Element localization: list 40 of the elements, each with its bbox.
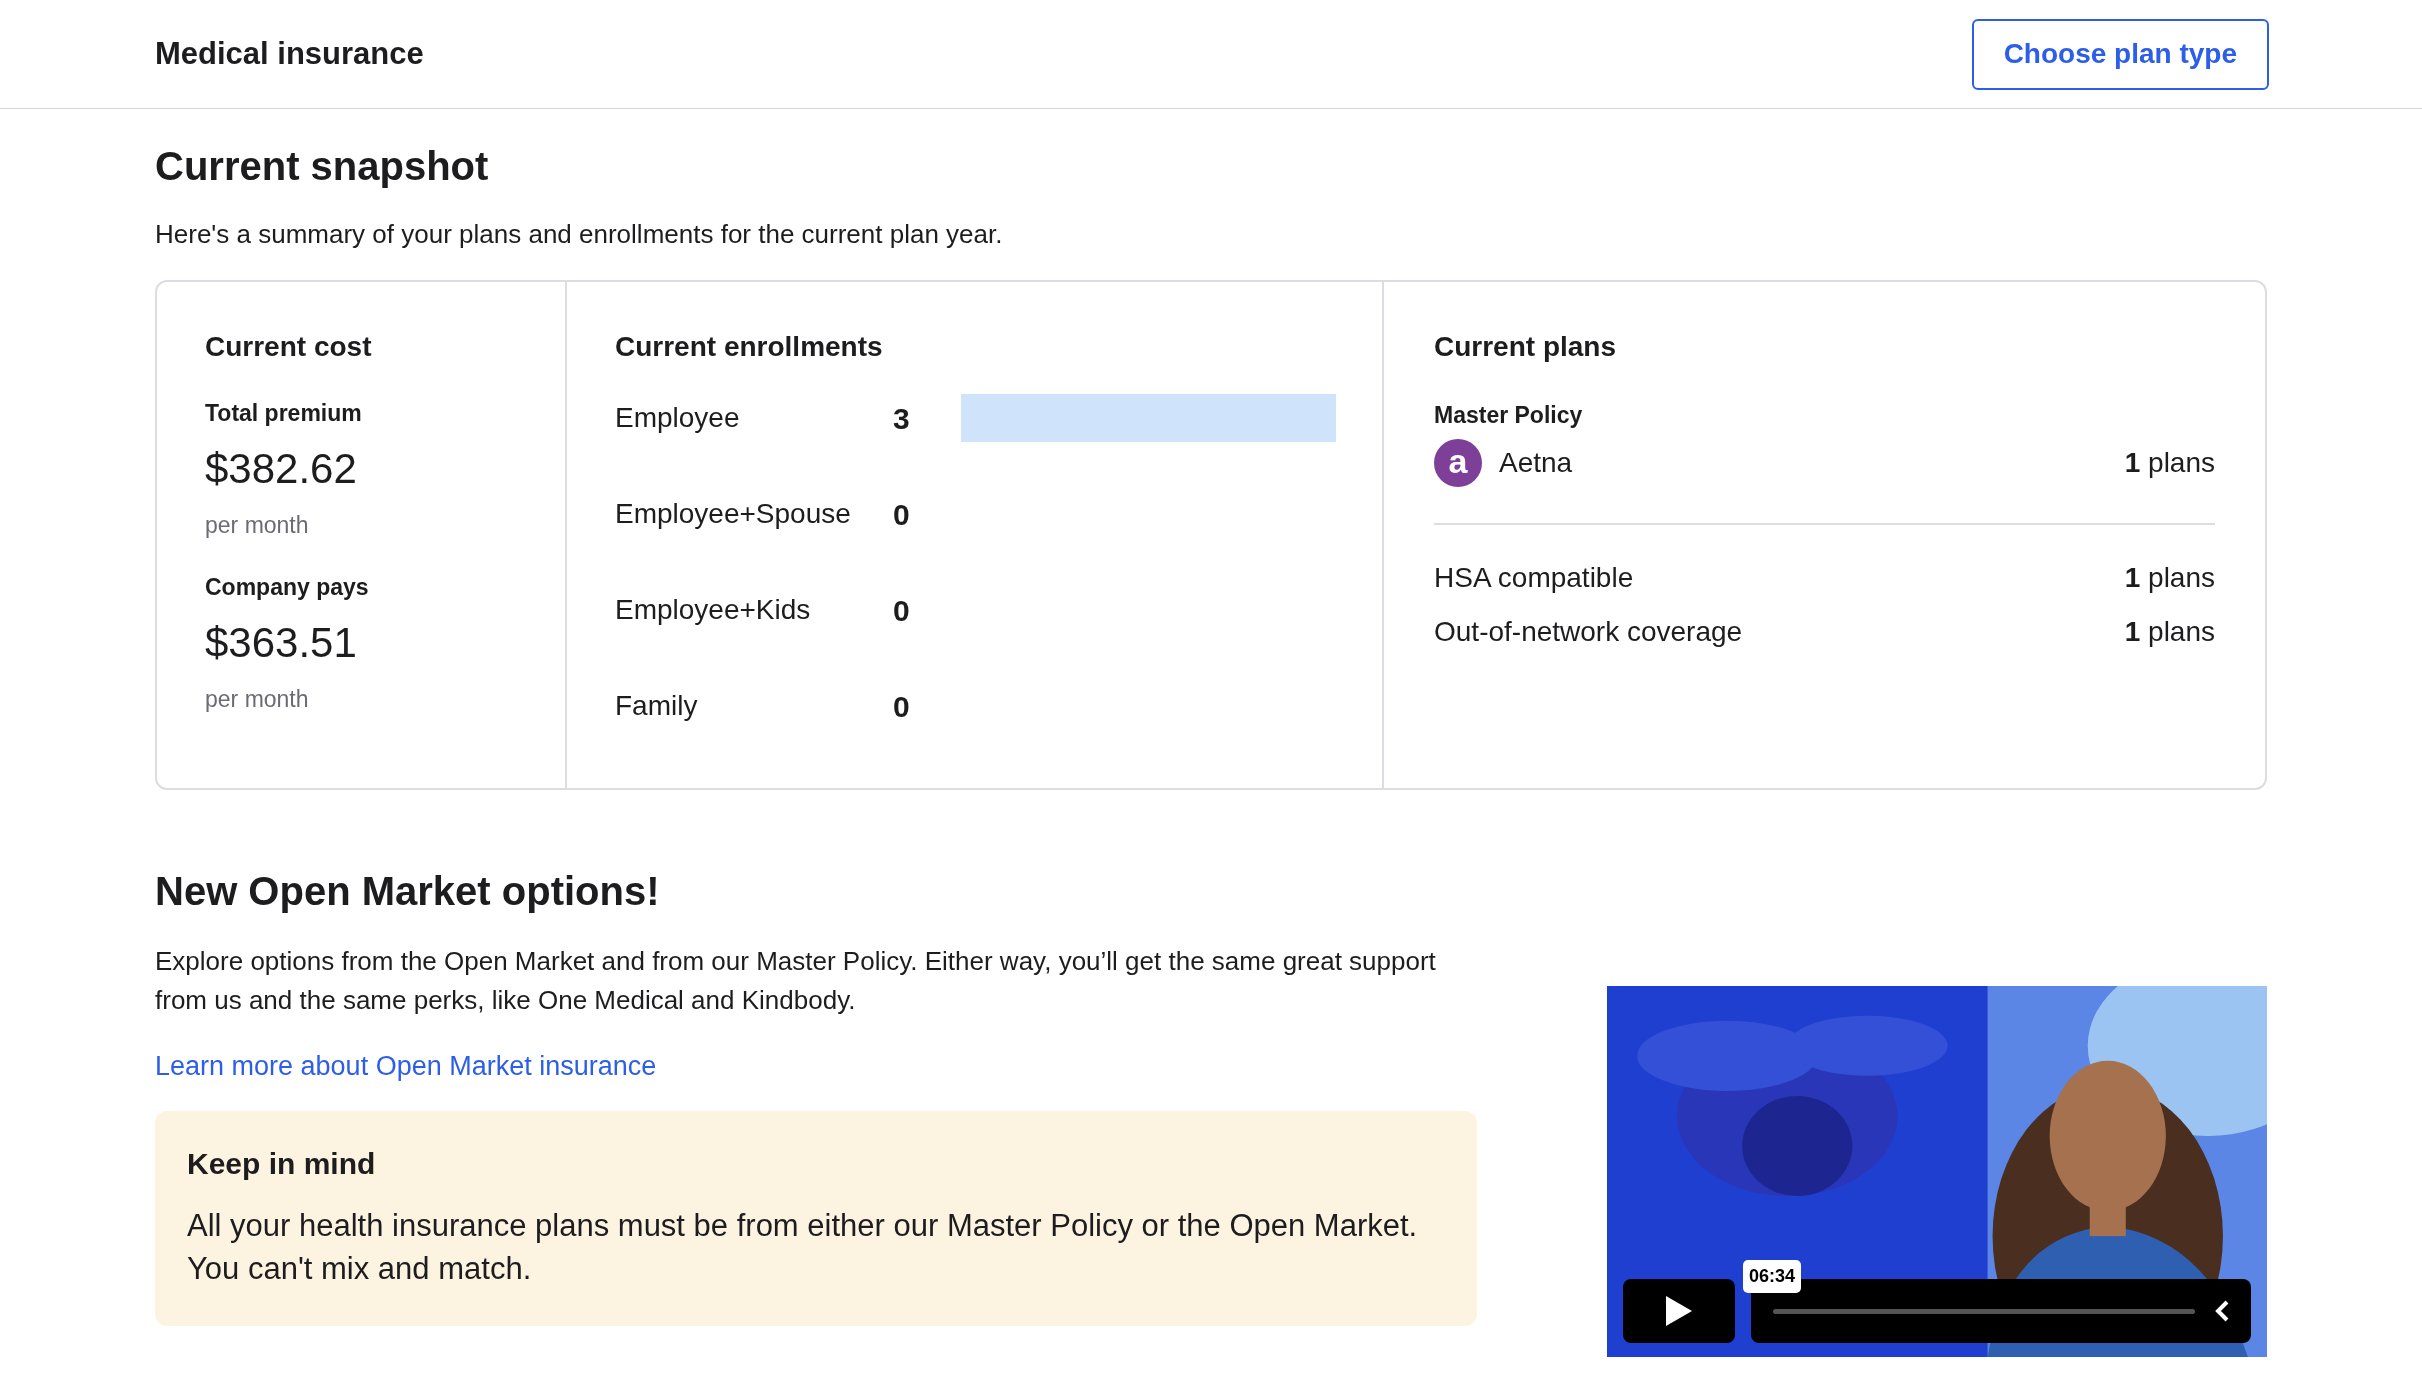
enrollment-label: Employee+Kids [615, 593, 812, 627]
section-description: Explore options from the Open Market and from our Master Policy. Either way, you’ll get the same great support from us and the same perks, like One Medical and Kindbody. [155, 945, 1437, 1017]
plan-count: 1 plans [2124, 614, 2215, 649]
card-heading: Current plans [1434, 330, 1618, 364]
cost-amount: $363.51 [205, 617, 358, 668]
cost-label: Total premium [205, 399, 363, 428]
enrollment-label: Family [615, 689, 699, 723]
enrollment-label: Employee [615, 401, 741, 435]
section-description: Here's a summary of your plans and enrollments for the current plan year. [155, 218, 1004, 251]
cost-label: Company pays [205, 573, 370, 602]
play-button[interactable] [1623, 1279, 1735, 1343]
cost-period: per month [205, 684, 310, 714]
play-icon [1666, 1296, 1692, 1326]
page-title: Medical insurance [155, 34, 424, 73]
enrollment-count: 0 [893, 496, 911, 533]
time-tooltip: 06:34 [1743, 1260, 1802, 1293]
enrollment-count: 0 [893, 592, 911, 629]
enrollment-count: 3 [893, 400, 911, 437]
carrier-name: Aetna [1499, 445, 1574, 480]
cost-period: per month [205, 510, 310, 540]
card-heading: Current cost [205, 330, 373, 364]
enrollment-count: 0 [893, 688, 911, 725]
section-title: New Open Market options! [155, 868, 661, 915]
cost-amount: $382.62 [205, 443, 358, 494]
feature-label: Out-of-network coverage [1434, 614, 1743, 649]
notice-title: Keep in mind [187, 1145, 377, 1182]
plan-count: 1 plans [2124, 560, 2215, 595]
enrollment-label: Employee+Spouse [615, 497, 852, 531]
feature-label: HSA compatible [1434, 560, 1634, 595]
section-title: Current snapshot [155, 143, 490, 190]
video-player[interactable]: 06:34 [1607, 986, 2267, 1357]
notice-text: All your health insurance plans must be from either our Master Policy or the Open Market. You can't mix and match. [187, 1206, 1419, 1288]
carrier-logo: a [1434, 438, 1482, 487]
progress-track[interactable] [1773, 1308, 2195, 1314]
chevron-left-icon[interactable] [2215, 1300, 2229, 1322]
plan-count: 1 plans [2124, 445, 2215, 480]
card-heading: Current enrollments [615, 330, 884, 364]
plan-group-label: Master Policy [1434, 401, 1584, 430]
learn-more-link[interactable]: Learn more about Open Market insurance [155, 1046, 657, 1087]
choose-plan-type-button[interactable]: Choose plan type [1971, 18, 2269, 90]
